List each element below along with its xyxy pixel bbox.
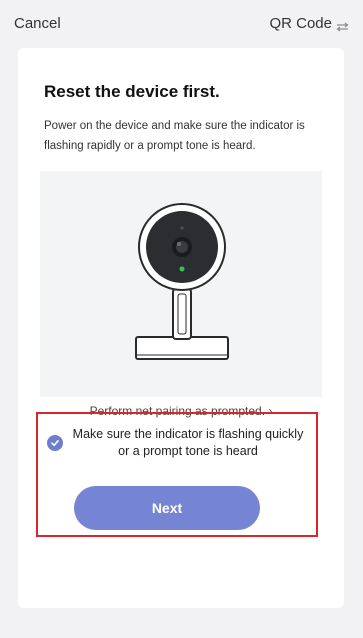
page-title: Reset the device first. xyxy=(44,82,220,101)
next-button[interactable]: Next xyxy=(74,486,260,530)
qr-code-label: QR Code xyxy=(269,15,332,32)
checkmark-icon xyxy=(51,439,59,447)
instruction-text: Power on the device and make sure the in… xyxy=(44,120,305,152)
camera-illustration xyxy=(40,171,322,397)
qr-switch-icon xyxy=(336,19,349,31)
security-camera-icon xyxy=(135,203,229,360)
confirm-highlight: Make sure the indicator is flashing quic… xyxy=(36,412,318,537)
cancel-button[interactable]: Cancel xyxy=(14,15,61,32)
qr-code-button[interactable]: QR Code xyxy=(269,15,349,32)
confirm-checkbox[interactable] xyxy=(47,435,63,451)
top-bar: Cancel QR Code xyxy=(0,0,363,48)
confirm-label[interactable]: Make sure the indicator is flashing quic… xyxy=(68,426,308,460)
